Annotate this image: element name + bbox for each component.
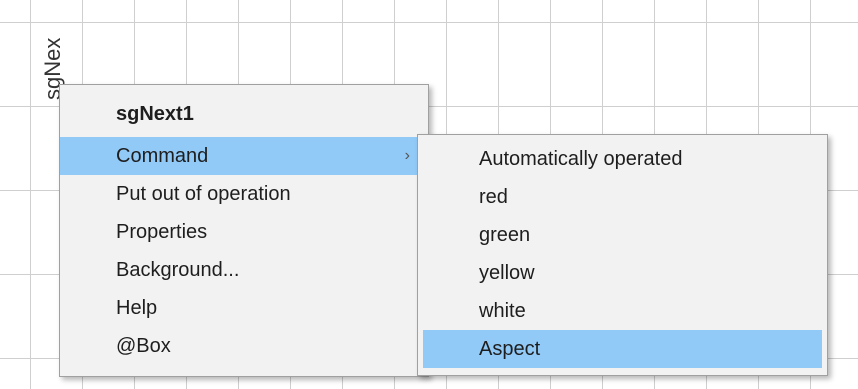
context-menu-title-text: sgNext1 bbox=[116, 103, 194, 125]
menu-item-box[interactable]: @Box bbox=[60, 327, 428, 365]
menu-item-put-out-of-operation[interactable]: Put out of operation bbox=[60, 175, 428, 213]
menu-item-label: Command bbox=[116, 145, 209, 167]
submenu-item-label: red bbox=[479, 186, 508, 208]
context-menu-title: sgNext1 bbox=[60, 95, 428, 133]
submenu-item-red[interactable]: red bbox=[418, 178, 827, 216]
menu-item-label: Properties bbox=[116, 221, 208, 243]
menu-item-properties[interactable]: Properties bbox=[60, 213, 428, 251]
context-menu: sgNext1 Command › Put out of operation P… bbox=[59, 84, 429, 377]
menu-item-help[interactable]: Help bbox=[60, 289, 428, 327]
submenu-item-automatically-operated[interactable]: Automatically operated bbox=[418, 140, 827, 178]
submenu-item-label: yellow bbox=[479, 262, 535, 284]
menu-item-label: @Box bbox=[116, 335, 171, 357]
submenu-item-aspect[interactable]: Aspect bbox=[423, 330, 822, 368]
menu-item-background[interactable]: Background... bbox=[60, 251, 428, 289]
submenu-item-yellow[interactable]: yellow bbox=[418, 254, 827, 292]
chevron-right-icon: › bbox=[404, 147, 410, 164]
submenu-item-green[interactable]: green bbox=[418, 216, 827, 254]
submenu-item-label: green bbox=[479, 224, 531, 246]
menu-item-command[interactable]: Command › bbox=[60, 137, 428, 175]
submenu-item-label: Automatically operated bbox=[479, 148, 683, 170]
menu-item-label: Help bbox=[116, 297, 158, 319]
submenu-item-label: white bbox=[479, 300, 526, 322]
submenu-item-label: Aspect bbox=[479, 338, 541, 360]
submenu-item-white[interactable]: white bbox=[418, 292, 827, 330]
menu-item-label: Put out of operation bbox=[116, 183, 291, 205]
menu-item-label: Background... bbox=[116, 259, 240, 281]
command-submenu: Automatically operated red green yellow … bbox=[417, 134, 828, 376]
